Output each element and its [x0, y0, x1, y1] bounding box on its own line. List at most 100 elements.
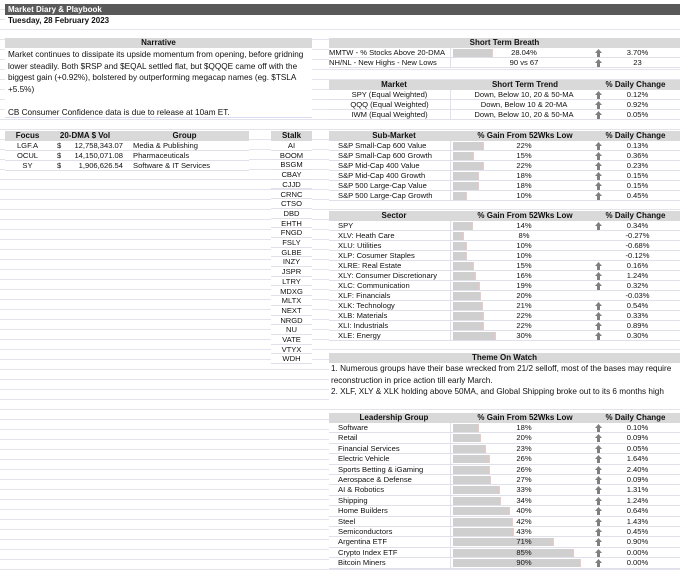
leadership-row[interactable]: AI & Robotics 33% 1.31%	[329, 485, 680, 496]
stalk-ticker[interactable]: CJJD	[271, 179, 312, 190]
stalk-ticker[interactable]: LTRY	[271, 276, 312, 287]
submarket-value: 15%	[516, 151, 532, 160]
sector-daily-change: 0.54%	[626, 301, 649, 310]
sector-row[interactable]: XLE: Energy 30% 0.30%	[329, 331, 680, 341]
stalk-ticker[interactable]: EHTH	[271, 218, 312, 229]
leadership-row[interactable]: Financial Services 23% 0.05%	[329, 443, 680, 455]
focus-row[interactable]: OCUL $14,150,071.08 Pharmaceuticals	[5, 151, 249, 161]
sector-label: XLY: Consumer Discretionary	[329, 271, 451, 281]
leadership-row[interactable]: Home Builders 40% 0.64%	[329, 506, 680, 517]
leadership-row[interactable]: Software 18% 0.10%	[329, 423, 680, 434]
leadership-row[interactable]: Steel 42% 1.43%	[329, 516, 680, 527]
submarket-row[interactable]: S&P Mid-Cap 400 Growth 18% 0.15%	[329, 171, 680, 181]
sector-up-arrow-icon	[595, 282, 602, 290]
leadership-row[interactable]: Retail 20% 0.09%	[329, 433, 680, 444]
sector-row[interactable]: XLK: Technology 21% 0.54%	[329, 301, 680, 311]
leadership-row[interactable]: Sports Betting & iGaming 26% 2.40%	[329, 464, 680, 475]
stalk-ticker[interactable]: NRGD	[271, 315, 312, 326]
submarket-row[interactable]: S&P 500 Large-Cap Growth 10% 0.45%	[329, 191, 680, 201]
stalk-ticker[interactable]: WDH	[271, 354, 312, 365]
leadership-row[interactable]: Bitcoin Miners 90% 0.00%	[329, 558, 680, 569]
submarket-value: 18%	[516, 171, 532, 180]
sector-label: SPY	[329, 221, 451, 231]
market-row[interactable]: SPY (Equal Weighted) Down, Below 10, 20 &…	[329, 90, 680, 100]
sector-value: 8%	[518, 231, 530, 240]
sector-value: 10%	[516, 251, 532, 260]
stalk-ticker[interactable]: GLBE	[271, 247, 312, 258]
market-header-change: % Daily Change	[591, 80, 680, 90]
stalk-ticker[interactable]: BOOM	[271, 150, 312, 161]
sector-daily-change: 1.24%	[626, 271, 649, 280]
market-daily-change: 0.92%	[626, 100, 649, 109]
breath-value: 90 vs 67	[509, 58, 539, 67]
leadership-row[interactable]: Argentina ETF 71% 0.90%	[329, 537, 680, 548]
stalk-ticker[interactable]: VATE	[271, 335, 312, 345]
narrative-text[interactable]: Market continues to dissipate its upside…	[5, 48, 312, 118]
sector-row[interactable]: XLB: Materials 22% 0.33%	[329, 311, 680, 321]
leadership-label: Software	[329, 423, 451, 433]
stalk-ticker[interactable]: JSPR	[271, 267, 312, 277]
stalk-ticker[interactable]: CRNC	[271, 189, 312, 200]
sector-up-arrow-icon	[595, 222, 602, 230]
submarket-row[interactable]: S&P Small-Cap 600 Value 22% 0.13%	[329, 141, 680, 151]
sector-row[interactable]: XLV: Heath Care 8% -0.27%	[329, 231, 680, 241]
sector-header-change: % Daily Change	[591, 211, 680, 221]
stalk-ticker[interactable]: CBAY	[271, 170, 312, 180]
sector-value: 22%	[516, 321, 532, 330]
sector-row[interactable]: XLY: Consumer Discretionary 16% 1.24%	[329, 271, 680, 281]
focus-ticker: OCUL	[16, 151, 39, 160]
stalk-ticker[interactable]: FNGD	[271, 228, 312, 238]
leadership-label: Retail	[329, 433, 451, 444]
stalk-ticker[interactable]: MLTX	[271, 296, 312, 306]
leadership-value: 18%	[516, 423, 532, 432]
theme-text[interactable]: 1. Numerous groups have their base wreck…	[329, 363, 680, 400]
sector-row[interactable]: XLU: Utilities 10% -0.68%	[329, 241, 680, 251]
submarket-label: S&P Small-Cap 600 Value	[329, 141, 451, 151]
breath-row[interactable]: MMTW - % Stocks Above 20-DMA 28.04% 3.70%	[329, 48, 680, 58]
focus-row[interactable]: LGF.A $12,758,343.07 Media & Publishing	[5, 141, 249, 151]
stalk-ticker[interactable]: AI	[271, 141, 312, 151]
sector-daily-change: 0.16%	[626, 261, 649, 270]
leadership-up-arrow-icon	[595, 476, 602, 484]
stalk-ticker[interactable]: FSLY	[271, 238, 312, 248]
leadership-label: Financial Services	[329, 443, 451, 454]
stalk-ticker[interactable]: DBD	[271, 208, 312, 219]
stalk-ticker[interactable]: INZY	[271, 257, 312, 268]
sector-daily-change: -0.12%	[625, 251, 650, 260]
sector-daily-change: 0.30%	[626, 331, 649, 340]
leadership-row[interactable]: Semiconductors 43% 0.45%	[329, 527, 680, 538]
sector-row[interactable]: XLF: Financials 20% -0.03%	[329, 291, 680, 301]
market-value: Down, Below 10, 20 & 50-MA	[474, 110, 574, 119]
leadership-daily-change: 0.64%	[626, 506, 649, 516]
leadership-row[interactable]: Electric Vehicle 26% 1.64%	[329, 454, 680, 465]
focus-row[interactable]: SY $1,906,626.54 Software & IT Services	[5, 161, 249, 171]
stalk-ticker[interactable]: MDXG	[271, 286, 312, 297]
sector-row[interactable]: XLI: Industrials 22% 0.89%	[329, 321, 680, 331]
stalk-ticker[interactable]: CTSO	[271, 199, 312, 209]
stalk-ticker[interactable]: VTYX	[271, 344, 312, 355]
submarket-row[interactable]: S&P Small-Cap 600 Growth 15% 0.36%	[329, 151, 680, 161]
sector-daily-change: -0.68%	[625, 241, 650, 250]
sector-header-metric: % Gain From 52Wks Low	[459, 211, 591, 221]
leadership-daily-change: 1.31%	[626, 485, 649, 495]
stalk-ticker[interactable]: NEXT	[271, 305, 312, 316]
sector-row[interactable]: XLRE: Real Estate 15% 0.16%	[329, 261, 680, 271]
leadership-daily-change: 0.09%	[626, 433, 649, 443]
breath-row[interactable]: NH/NL - New Highs - New Lows 90 vs 67 23	[329, 58, 680, 68]
sector-row[interactable]: XLC: Communication 19% 0.32%	[329, 281, 680, 291]
stalk-ticker[interactable]: NU	[271, 325, 312, 335]
leadership-label: Crypto Index ETF	[329, 547, 451, 558]
market-row[interactable]: IWM (Equal Weighted) Down, Below 10, 20 &…	[329, 110, 680, 120]
leadership-row[interactable]: Shipping 34% 1.24%	[329, 495, 680, 507]
stalk-ticker[interactable]: BSGM	[271, 160, 312, 171]
leadership-header-name: Leadership Group	[329, 413, 459, 423]
leadership-label: Argentina ETF	[329, 537, 451, 548]
sector-row[interactable]: SPY 14% 0.34%	[329, 221, 680, 231]
submarket-row[interactable]: S&P 500 Large-Cap Value 18% 0.15%	[329, 181, 680, 191]
market-row[interactable]: QQQ (Equal Weighted) Down, Below 10 & 20-…	[329, 100, 680, 110]
submarket-row[interactable]: S&P Mid-Cap 400 Value 22% 0.23%	[329, 161, 680, 171]
leadership-row[interactable]: Aerospace & Defense 27% 0.09%	[329, 475, 680, 486]
submarket-value: 10%	[516, 191, 532, 200]
leadership-row[interactable]: Crypto Index ETF 85% 0.00%	[329, 547, 680, 559]
sector-row[interactable]: XLP: Cosumer Staples 10% -0.12%	[329, 251, 680, 261]
